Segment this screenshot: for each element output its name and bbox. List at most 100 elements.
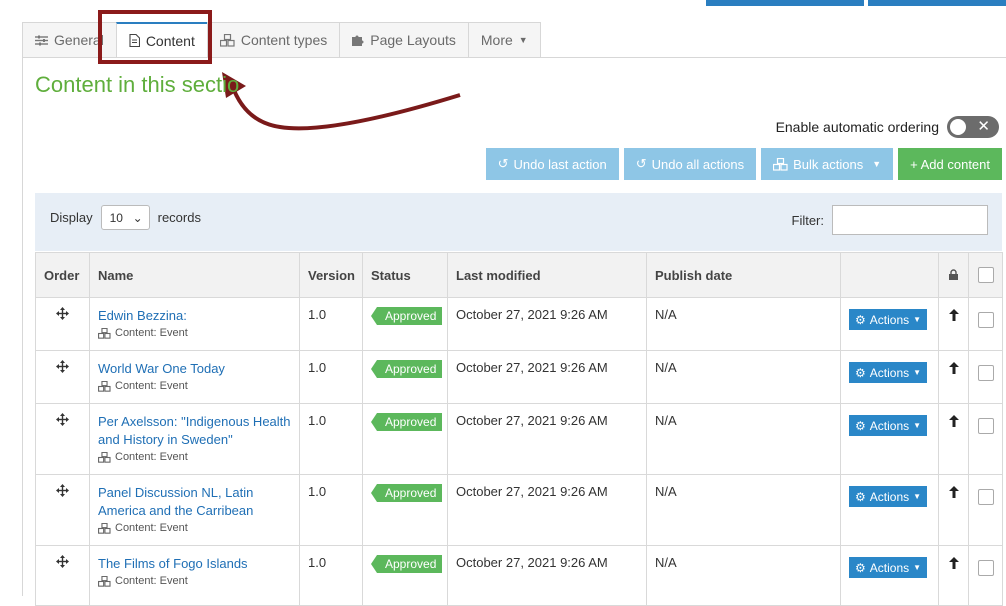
column-header-actions xyxy=(840,252,939,298)
cubes-icon xyxy=(773,157,788,171)
undo-icon: ↺ xyxy=(635,156,647,171)
undo-last-button[interactable]: ↺ Undo last action xyxy=(485,148,619,180)
order-cell xyxy=(35,297,90,351)
select-all-checkbox[interactable] xyxy=(977,267,994,283)
status-cell: Approved xyxy=(362,403,448,475)
actions-dropdown-button[interactable]: ⚙ Actions ▼ xyxy=(849,309,928,330)
row-checkbox[interactable] xyxy=(977,418,994,434)
toggle-knob xyxy=(950,119,966,135)
content-name-link[interactable]: World War One Today xyxy=(98,360,291,378)
gear-icon: ⚙ xyxy=(855,418,866,433)
undo-last-label: Undo last action xyxy=(513,156,607,172)
add-content-button[interactable]: + Add content xyxy=(898,148,1002,180)
arrow-up-icon[interactable] xyxy=(948,309,959,321)
column-header[interactable]: Last modified xyxy=(447,252,647,298)
column-header-select xyxy=(968,252,1003,298)
order-cell xyxy=(35,403,90,475)
table-row: Panel Discussion NL, Latin America and t… xyxy=(35,474,1003,546)
auto-ordering-label: Enable automatic ordering xyxy=(775,119,939,135)
last-modified-cell: October 27, 2021 9:26 AM xyxy=(447,545,647,606)
gear-icon: ⚙ xyxy=(855,365,866,380)
row-checkbox[interactable] xyxy=(977,312,994,328)
column-header[interactable]: Version xyxy=(299,252,363,298)
lock-icon xyxy=(949,268,958,280)
filter-input[interactable] xyxy=(832,205,988,235)
content-name-link[interactable]: Per Axelsson: "Indigenous Health and His… xyxy=(98,413,291,449)
content-name-link[interactable]: Edwin Bezzina: xyxy=(98,307,291,325)
caret-down-icon: ▼ xyxy=(913,563,922,572)
caret-down-icon: ▼ xyxy=(913,368,922,377)
gear-icon: ⚙ xyxy=(855,560,866,575)
move-icon[interactable] xyxy=(56,413,69,426)
actions-dropdown-button[interactable]: ⚙ Actions ▼ xyxy=(849,415,928,436)
move-icon[interactable] xyxy=(56,484,69,497)
table-row: The Films of Fogo Islands Content: Event… xyxy=(35,545,1003,606)
select-cell xyxy=(968,474,1003,546)
actions-dropdown-button[interactable]: ⚙ Actions ▼ xyxy=(849,362,928,383)
row-checkbox[interactable] xyxy=(977,489,994,505)
arrow-up-icon[interactable] xyxy=(948,415,959,427)
table-header: Order Name Version Status Last modified … xyxy=(35,252,1003,298)
content-type-label: Content: Event xyxy=(115,380,188,392)
caret-down-icon: ▼ xyxy=(913,492,922,501)
move-icon[interactable] xyxy=(56,555,69,568)
content-name-link[interactable]: Panel Discussion NL, Latin America and t… xyxy=(98,484,291,520)
actions-dropdown-button[interactable]: ⚙ Actions ▼ xyxy=(849,486,928,507)
actions-label: Actions xyxy=(869,489,910,504)
annotation-arrow xyxy=(222,72,461,131)
column-header[interactable]: Order xyxy=(35,252,90,298)
row-checkbox[interactable] xyxy=(977,560,994,576)
records-label: records xyxy=(157,210,201,225)
column-header[interactable]: Name xyxy=(89,252,300,298)
status-badge: Approved xyxy=(370,555,443,573)
move-up-cell xyxy=(938,474,969,546)
filter-control: Filter: xyxy=(792,205,988,235)
last-modified-cell: October 27, 2021 9:26 AM xyxy=(447,474,647,546)
content-type-label: Content: Event xyxy=(115,451,188,463)
actions-label: Actions xyxy=(869,418,910,433)
caret-down-icon: ▼ xyxy=(913,421,922,430)
move-up-cell xyxy=(938,403,969,475)
records-select[interactable]: 10 ⌄ xyxy=(100,205,150,230)
undo-all-button[interactable]: ↺ Undo all actions xyxy=(623,148,757,180)
bulk-actions-label: Bulk actions xyxy=(793,156,864,172)
actions-cell: ⚙ Actions ▼ xyxy=(840,403,939,475)
gear-icon: ⚙ xyxy=(855,312,866,327)
actions-dropdown-button[interactable]: ⚙ Actions ▼ xyxy=(849,557,928,578)
content-type: Content: Event xyxy=(98,575,291,587)
move-icon[interactable] xyxy=(56,360,69,373)
auto-ordering: Enable automatic ordering ✕ xyxy=(776,116,999,138)
move-icon[interactable] xyxy=(56,307,69,320)
cubes-icon xyxy=(98,522,111,534)
arrow-up-icon[interactable] xyxy=(948,362,959,374)
content-type-label: Content: Event xyxy=(115,327,188,339)
actions-cell: ⚙ Actions ▼ xyxy=(840,297,939,351)
cubes-icon xyxy=(98,327,111,339)
table-row: Per Axelsson: "Indigenous Health and His… xyxy=(35,403,1003,475)
content-type: Content: Event xyxy=(98,522,291,534)
auto-ordering-toggle[interactable]: ✕ xyxy=(947,116,999,138)
name-cell: World War One Today Content: Event xyxy=(89,350,300,404)
select-cell xyxy=(968,297,1003,351)
actions-cell: ⚙ Actions ▼ xyxy=(840,474,939,546)
gear-icon: ⚙ xyxy=(855,489,866,504)
bulk-actions-button[interactable]: Bulk actions ▼ xyxy=(761,148,894,180)
actions-cell: ⚙ Actions ▼ xyxy=(840,545,939,606)
content-type-label: Content: Event xyxy=(115,522,188,534)
content-name-link[interactable]: The Films of Fogo Islands xyxy=(98,555,291,573)
arrow-up-icon[interactable] xyxy=(948,486,959,498)
status-badge: Approved xyxy=(370,307,443,325)
top-button-1[interactable] xyxy=(706,0,864,6)
select-cell xyxy=(968,403,1003,475)
publish-date-cell: N/A xyxy=(646,545,841,606)
status-cell: Approved xyxy=(362,350,448,404)
column-header[interactable]: Status xyxy=(362,252,448,298)
content-table: Order Name Version Status Last modified … xyxy=(35,252,1003,606)
display-control: Display 10 ⌄ records xyxy=(50,205,201,230)
row-checkbox[interactable] xyxy=(977,365,994,381)
top-button-2[interactable] xyxy=(868,0,1006,6)
column-header[interactable]: Publish date xyxy=(646,252,841,298)
cubes-icon xyxy=(98,575,111,587)
arrow-up-icon[interactable] xyxy=(948,557,959,569)
version-cell: 1.0 xyxy=(299,474,363,546)
